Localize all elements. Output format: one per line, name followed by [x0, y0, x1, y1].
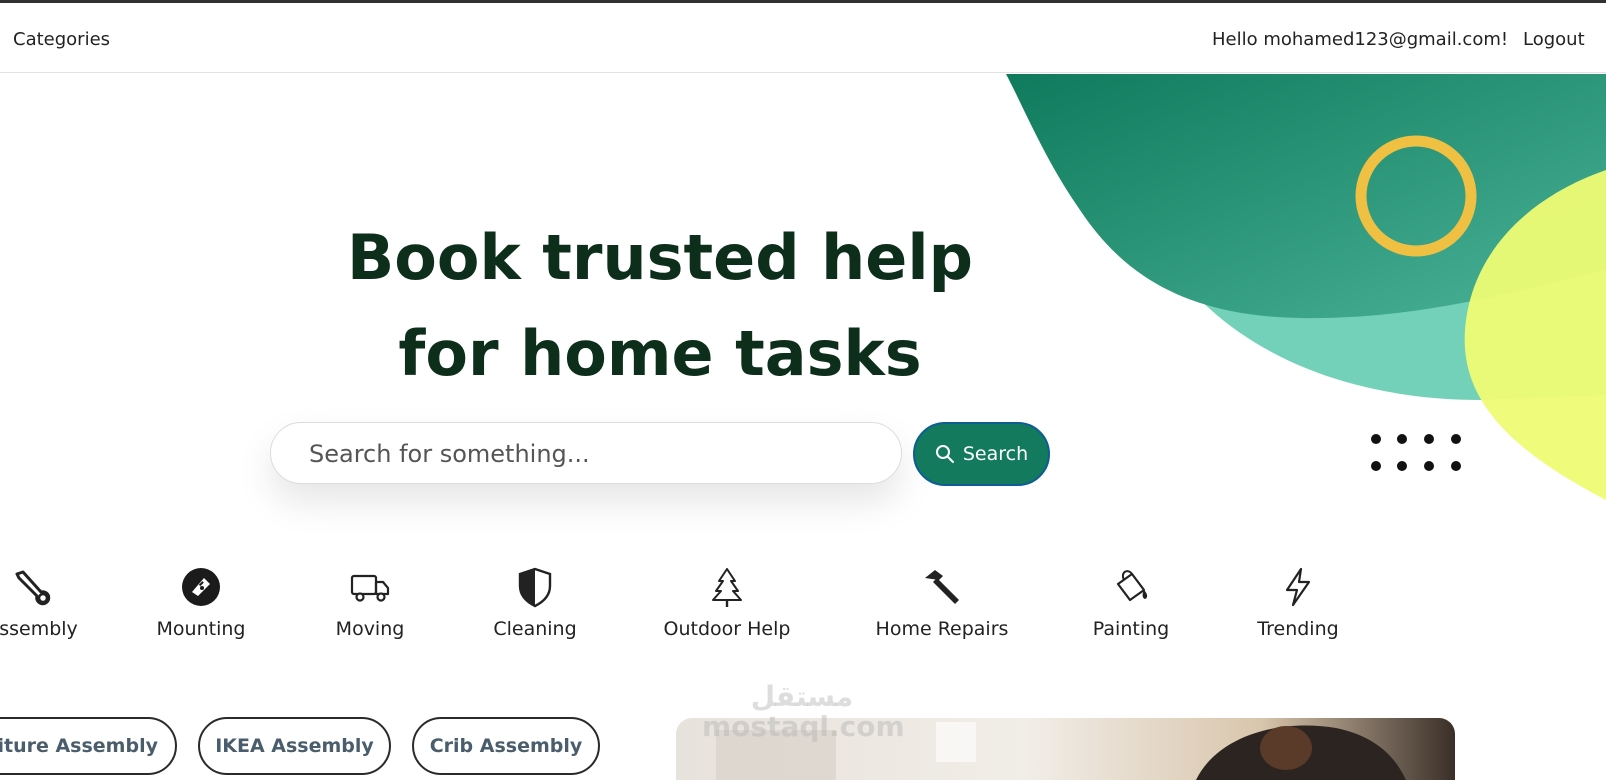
lightning-icon — [1285, 567, 1311, 607]
chip-crib-assembly[interactable]: Crib Assembly — [412, 717, 600, 775]
category-label: Mounting — [156, 618, 246, 640]
paint-bucket-icon — [1116, 570, 1148, 602]
watermark: مستقل mostaql.com — [702, 680, 905, 743]
category-label: Home Repairs — [875, 618, 1009, 640]
search-input[interactable] — [307, 423, 881, 485]
wrench-icon — [15, 570, 51, 606]
hammer-icon — [925, 570, 959, 604]
search-button[interactable]: Search — [913, 422, 1050, 486]
watermark-url: mostaql.com — [702, 710, 905, 743]
logout-link[interactable]: Logout — [1523, 29, 1585, 51]
category-label: Moving — [335, 618, 405, 640]
navbar: Categories Hello mohamed123@gmail.com! L… — [0, 3, 1606, 73]
category-home-repairs[interactable]: Home Repairs — [867, 566, 1017, 640]
hero-title: Book trusted help for home tasks — [300, 210, 1020, 402]
category-mounting[interactable]: Mounting — [126, 566, 276, 640]
tree-icon — [712, 568, 742, 607]
search-button-label: Search — [962, 443, 1029, 465]
search-box — [270, 422, 902, 485]
category-trending[interactable]: Trending — [1223, 566, 1373, 640]
search-icon — [935, 445, 954, 463]
shield-icon — [518, 567, 552, 608]
mounting-icon — [182, 568, 220, 606]
hero-title-line1: Book trusted help — [347, 221, 973, 294]
category-painting[interactable]: Painting — [1056, 566, 1206, 640]
category-assembly[interactable]: Assembly — [0, 566, 107, 640]
user-greeting: Hello mohamed123@gmail.com! — [1212, 29, 1509, 50]
category-label: Cleaning — [493, 618, 577, 640]
watermark-arabic: مستقل — [750, 680, 854, 713]
category-moving[interactable]: Moving — [295, 566, 445, 640]
nav-categories-link[interactable]: Categories — [13, 29, 110, 51]
category-cleaning[interactable]: Cleaning — [460, 566, 610, 640]
category-label: Assembly — [0, 618, 78, 640]
category-label: Outdoor Help — [663, 618, 791, 640]
category-label: Trending — [1257, 618, 1339, 640]
category-outdoor-help[interactable]: Outdoor Help — [652, 566, 802, 640]
hero-title-line2: for home tasks — [398, 317, 922, 390]
truck-icon — [350, 574, 390, 602]
chip-ikea-assembly[interactable]: IKEA Assembly — [198, 717, 391, 775]
chip-furniture-assembly[interactable]: Furniture Assembly — [0, 717, 177, 775]
category-label: Painting — [1092, 618, 1170, 640]
